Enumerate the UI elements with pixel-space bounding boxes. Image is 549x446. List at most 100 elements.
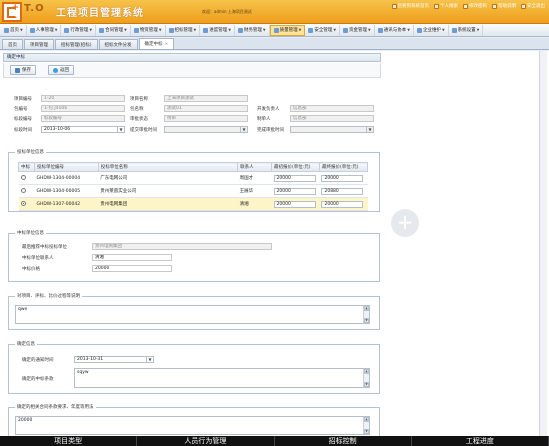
tab-bar: 首页 项目管理 招标管理(招标) 招标文件分发 确定中标 × [0,38,549,50]
col-header: 最初报价(单位:元) [271,162,320,172]
bottom-caption: 工程进度 [412,436,549,446]
menu-item-hr[interactable]: 人事管理 ▼ [27,24,62,36]
winner-radio[interactable] [20,174,26,180]
help-icon [492,3,497,9]
package-code-label: 包编号 [14,107,28,112]
panel-title: 确定中标 [3,53,381,62]
chevron-down-icon: ▼ [298,28,302,32]
package-name-field: 测试01 [164,105,248,112]
close-icon[interactable]: × [165,42,169,47]
menu-item-quality[interactable]: 质量管理 ▼ [269,24,306,36]
top-link-home[interactable]: 您要到系统首页 [391,3,429,9]
final-price-input[interactable]: 20000 [321,200,364,208]
content-area: 确定中标 保存 返回 项目编号 1-20 项目名称 上海项目测试 包编号 1-包… [0,51,549,446]
menu-item-finance[interactable]: 财务管理 ▼ [235,24,270,36]
winner-price-input[interactable]: 20000 [92,265,172,272]
menu-item-funds[interactable]: 资金管理 ▼ [340,24,375,36]
welcome-text: 欢迎：admin 上海项目测试 [202,9,252,14]
table-row[interactable]: GHDW-1307-00042 贵州电网集团 清湘 20000 20000 [18,197,368,211]
menu-item-admin[interactable]: 行政管理 ▼ [61,24,97,36]
scroll-down-icon[interactable]: ▼ [364,429,369,434]
scrollbar[interactable]: ▲ ▼ [363,306,369,323]
initial-price-input[interactable]: 20000 [273,200,316,208]
tab-bidding[interactable]: 招标管理(招标) [55,39,98,49]
scroll-up-icon[interactable]: ▲ [364,306,369,311]
back-button[interactable]: 返回 [48,65,74,75]
winner-radio[interactable] [20,187,26,193]
gavel-icon [168,27,174,33]
chat-icon [377,27,383,33]
confirm-content-textarea[interactable]: sqyw ▲ ▼ [74,368,370,388]
money-icon [237,27,243,33]
table-row[interactable]: GHDW-1304-00005 贵州莱茵实业公司 王展华 20000 20880 [18,184,368,198]
top-link-password[interactable]: 修改密码 [463,3,487,9]
winner-radio[interactable] [20,200,26,206]
bottom-caption: 项目类型 [0,436,138,446]
shield-icon [308,27,314,33]
contract-textarea[interactable]: 20000 ▲ ▼ [15,416,370,435]
top-link-help[interactable]: 帮助说明 [492,3,516,9]
menu-item-settings[interactable]: 系统设置 ▼ [449,24,484,36]
menu-item-enterprise[interactable]: 企业维护 ▼ [414,24,449,36]
menu-item-progress[interactable]: 进度管理 ▼ [200,24,235,36]
review-group-title: 对项目、评标、比价过程等说明 [15,293,82,299]
bidder-name: 广东电网公司 [98,171,238,185]
menu-item-bidding[interactable]: 招标管理 ▼ [166,24,201,36]
winner-label: 最后推荐中标投标单位 [22,245,67,250]
scrollbar[interactable]: ▲ ▼ [363,369,369,387]
scroll-down-icon[interactable]: ▼ [364,382,369,387]
scroll-up-icon[interactable]: ▲ [364,369,369,374]
bid-time-select[interactable]: 2013-10-06 ▼ [41,126,125,133]
home-icon [4,27,9,33]
tab-project[interactable]: 项目管理 [24,39,54,49]
confirm-time-select[interactable]: 2013-10-31 ▼ [74,356,154,363]
scroll-down-icon[interactable]: ▼ [364,318,369,323]
logout-icon [521,3,526,9]
add-icon[interactable]: + [391,209,419,237]
tab-confirm-winner[interactable]: 确定中标 × [138,38,175,49]
chevron-down-icon: ▼ [441,28,445,32]
chevron-down-icon: ▼ [476,28,480,32]
bidders-table: 中标 投标单位编号 投标单位名称 联系人 最初报价(单位:元) 最终报价(单位:… [18,162,369,211]
final-price-input[interactable]: 20880 [321,187,364,195]
winner-contact-input[interactable]: 清湘 [92,254,172,261]
scrollbar[interactable]: ▲ ▼ [363,417,369,434]
menu-item-contract[interactable]: 合同管理 ▼ [96,24,131,36]
confirm-group-title: 确定信息 [15,341,37,347]
submit-time-label: 提交审批时间 [130,128,157,133]
menu-item-material[interactable]: 物资管理 ▼ [131,24,166,36]
menu-item-safety[interactable]: 安全管理 ▼ [305,24,341,36]
chevron-down-icon: ▼ [193,28,197,32]
review-textarea[interactable]: qwe ▲ ▼ [15,305,370,324]
page-scrollbar[interactable] [539,51,547,436]
package-code-field: 1-包.J4006 [41,105,125,112]
tab-bid-docs[interactable]: 招标文件分发 [98,39,138,49]
save-button[interactable]: 保存 [10,65,36,75]
top-link-logout[interactable]: 安全退出 [521,3,545,9]
chevron-down-icon: ▼ [240,127,247,132]
creator-field: 信息部 [290,115,374,122]
bidder-code: GHDW-1304-00004 [34,171,99,185]
table-row[interactable]: GHDW-1304-00004 广东电网公司 周国才 20000 20000 [18,171,368,185]
top-link-search[interactable]: 个人搜索 [434,3,458,9]
audit-status-field: 待审 [164,115,248,122]
col-header: 联系人 [237,162,272,172]
menu-item-comm[interactable]: 通讯与协本 ▼ [375,24,414,36]
bid-time-label: 标段时间 [14,128,32,133]
confirm-content-label: 确定的中标条款 [22,377,54,382]
home-icon [391,3,397,9]
tab-home[interactable]: 首页 [2,39,23,49]
project-name-label: 项目名称 [130,97,148,102]
initial-price-input[interactable]: 20000 [273,187,316,195]
menu-item-home[interactable]: 首页 ▼ [1,24,27,36]
scroll-up-icon[interactable]: ▲ [364,417,369,422]
done-time-select[interactable]: ▼ [290,126,374,133]
dev-lead-label: 开发负责人 [257,107,280,112]
submit-time-select[interactable]: ▼ [164,126,248,133]
final-price-input[interactable]: 20000 [321,174,364,182]
bidder-name: 贵州莱茵实业公司 [98,184,238,198]
winner-field: 贵州电网集团 [92,243,272,250]
chevron-down-icon: ▼ [158,28,162,32]
person-icon [434,3,439,9]
initial-price-input[interactable]: 20000 [273,174,316,182]
